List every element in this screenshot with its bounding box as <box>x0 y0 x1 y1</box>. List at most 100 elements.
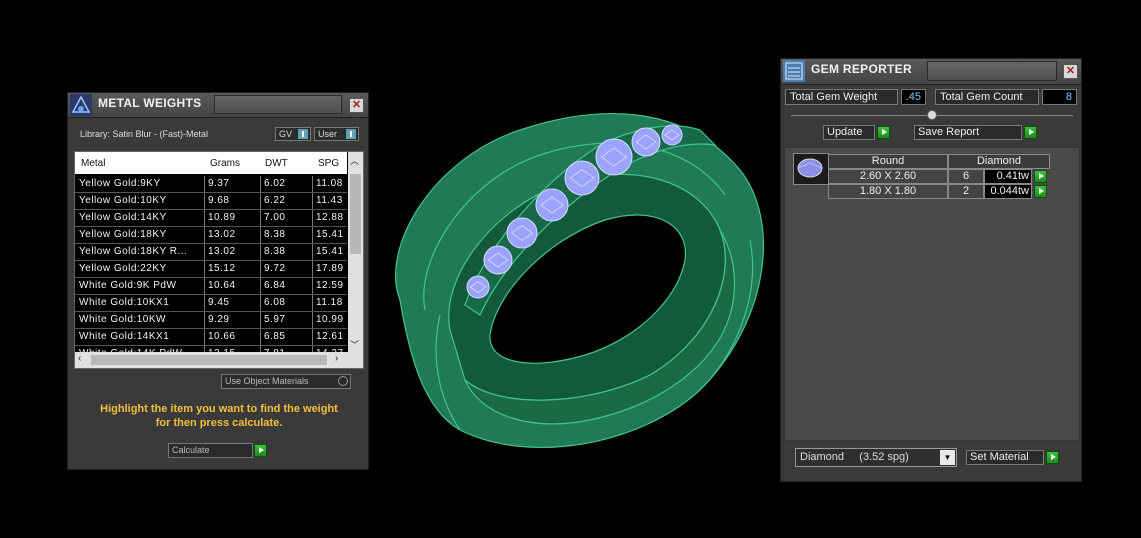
metal-weights-title: METAL WEIGHTS <box>98 96 202 110</box>
radio-icon <box>338 376 348 386</box>
update-play-icon[interactable] <box>877 126 890 139</box>
cell-dwt: 9.72 <box>264 263 286 274</box>
cell-spg: 17.89 <box>316 263 344 274</box>
cell-grams: 10.89 <box>208 212 236 223</box>
set-material-label: Set Material <box>970 451 1029 463</box>
cell-dwt: 5.97 <box>264 314 286 325</box>
table-row[interactable]: White Gold:10KX1 9.45 6.08 11.18 <box>75 295 347 312</box>
gem-row-play-icon[interactable] <box>1034 185 1047 198</box>
cell-spg: 15.41 <box>316 229 344 240</box>
cell-metal: White Gold:14KX1 <box>79 331 170 342</box>
user-toggle[interactable]: User <box>314 127 359 141</box>
cell-dwt: 6.85 <box>264 331 286 342</box>
shape-header: Round <box>828 154 948 169</box>
title-grip[interactable] <box>214 95 342 114</box>
cell-grams: 13.02 <box>208 246 236 257</box>
scroll-left-icon[interactable]: ‹ <box>78 353 81 364</box>
update-label: Update <box>827 126 863 138</box>
title-grip[interactable] <box>927 61 1057 81</box>
slider-knob[interactable] <box>927 110 937 120</box>
total-gem-weight-label: Total Gem Weight <box>785 89 898 105</box>
metal-table[interactable]: Metal Grams DWT SPG Yellow Gold:9KY 9.37 6… <box>74 151 364 369</box>
chevron-down-icon[interactable]: ▼ <box>940 450 955 465</box>
table-row[interactable]: Yellow Gold:9KY 9.37 6.02 11.08 <box>75 176 347 193</box>
table-row[interactable]: Yellow Gold:18KY R... 13.02 8.38 15.41 <box>75 244 347 261</box>
cell-metal: Yellow Gold:18KY R... <box>79 246 188 257</box>
gem-reporter-title: GEM REPORTER <box>811 62 912 76</box>
col-grams[interactable]: Grams <box>210 158 240 169</box>
cell-grams: 15.12 <box>208 263 236 274</box>
metal-weights-app-icon <box>70 94 92 116</box>
gem-count-cell: 6 <box>948 169 984 184</box>
vertical-scrollbar[interactable]: ︿ ﹀ <box>348 152 363 352</box>
gem-reporter-panel: GEM REPORTER ✕ Total Gem Weight .45 Tota… <box>780 58 1082 482</box>
cell-metal: Yellow Gold:9KY <box>79 178 161 189</box>
cell-spg: 12.59 <box>316 280 344 291</box>
user-toggle-icon <box>346 129 356 139</box>
scroll-right-icon[interactable]: › <box>335 353 338 364</box>
metal-weights-titlebar[interactable]: METAL WEIGHTS ✕ <box>68 93 368 118</box>
cell-dwt: 8.38 <box>264 229 286 240</box>
hint-line-1: Highlight the item you want to find the … <box>100 403 338 415</box>
table-row[interactable]: Yellow Gold:22KY 15.12 9.72 17.89 <box>75 261 347 278</box>
cell-metal: White Gold:10KX1 <box>79 297 170 308</box>
material-select[interactable]: Diamond (3.52 spg) ▼ <box>795 448 957 467</box>
save-report-play-icon[interactable] <box>1024 126 1037 139</box>
ring-3d-view[interactable] <box>370 100 780 470</box>
cell-spg: 15.41 <box>316 246 344 257</box>
cell-metal: White Gold:9K PdW <box>79 280 177 291</box>
hscroll-thumb[interactable] <box>91 355 327 365</box>
material-header: Diamond <box>948 154 1050 169</box>
update-button[interactable]: Update <box>823 125 875 140</box>
calculate-play-icon[interactable] <box>254 444 267 457</box>
metal-weights-panel: METAL WEIGHTS ✕ Library: Satin Blur - (F… <box>67 92 369 470</box>
close-icon[interactable]: ✕ <box>1063 64 1078 79</box>
cell-dwt: 7.00 <box>264 212 286 223</box>
cell-metal: Yellow Gold:18KY <box>79 229 167 240</box>
cell-grams: 13.02 <box>208 229 236 240</box>
save-report-button[interactable]: Save Report <box>914 125 1022 140</box>
table-row[interactable]: White Gold:9K PdW 10.64 6.84 12.59 <box>75 278 347 295</box>
metal-rows: Yellow Gold:9KY 9.37 6.02 11.08 Yellow Gold:… <box>75 176 347 363</box>
table-row[interactable]: White Gold:10KW 9.29 5.97 10.99 <box>75 312 347 329</box>
gv-toggle-icon <box>298 129 308 139</box>
scroll-down-icon[interactable]: ﹀ <box>350 338 359 351</box>
gem-count-cell: 2 <box>948 184 984 199</box>
col-metal[interactable]: Metal <box>81 158 105 169</box>
material-select-value: Diamond (3.52 spg) <box>800 451 909 463</box>
table-row[interactable]: Yellow Gold:14KY 10.89 7.00 12.88 <box>75 210 347 227</box>
gem-reporter-app-icon <box>783 60 805 82</box>
cell-dwt: 6.02 <box>264 178 286 189</box>
cell-metal: Yellow Gold:10KY <box>79 195 167 206</box>
gem-row-play-icon[interactable] <box>1034 170 1047 183</box>
set-material-play-icon[interactable] <box>1046 451 1059 464</box>
gem-list-area[interactable]: Round Diamond 2.60 X 2.60 6 0.41tw 1.80 X 1… <box>784 147 1080 441</box>
scroll-up-icon[interactable]: ︿ <box>350 154 359 167</box>
table-row[interactable]: Yellow Gold:18KY 13.02 8.38 15.41 <box>75 227 347 244</box>
col-spg[interactable]: SPG <box>318 158 339 169</box>
set-material-button[interactable]: Set Material <box>966 450 1044 465</box>
use-object-materials-checkbox[interactable]: Use Object Materials <box>221 374 351 389</box>
cell-spg: 12.61 <box>316 331 344 342</box>
table-row[interactable]: White Gold:14KX1 10.66 6.85 12.61 <box>75 329 347 346</box>
total-gem-weight-value: .45 <box>901 89 926 105</box>
gv-label: GV <box>279 129 293 139</box>
gv-toggle[interactable]: GV <box>275 127 311 141</box>
cell-metal: White Gold:10KW <box>79 314 166 325</box>
metal-table-header: Metal Grams DWT SPG <box>75 152 347 174</box>
gem-thumbnail[interactable] <box>793 153 829 185</box>
table-row[interactable]: Yellow Gold:10KY 9.68 6.22 11.43 <box>75 193 347 210</box>
gem-reporter-titlebar[interactable]: GEM REPORTER ✕ <box>781 59 1081 85</box>
round-diamond-icon <box>797 158 823 178</box>
user-label: User <box>318 129 338 139</box>
cell-spg: 11.08 <box>316 178 343 189</box>
total-gem-count-value: 8 <box>1042 89 1077 105</box>
cell-spg: 12.88 <box>316 212 344 223</box>
gem-size-cell: 1.80 X 1.80 <box>828 184 948 199</box>
col-dwt[interactable]: DWT <box>265 158 288 169</box>
calculate-button[interactable]: Calculate <box>168 443 253 458</box>
scroll-thumb[interactable] <box>350 174 361 254</box>
horizontal-scrollbar[interactable]: ‹ › <box>75 352 363 368</box>
total-gem-count-label: Total Gem Count <box>935 89 1039 105</box>
close-icon[interactable]: ✕ <box>349 98 364 113</box>
